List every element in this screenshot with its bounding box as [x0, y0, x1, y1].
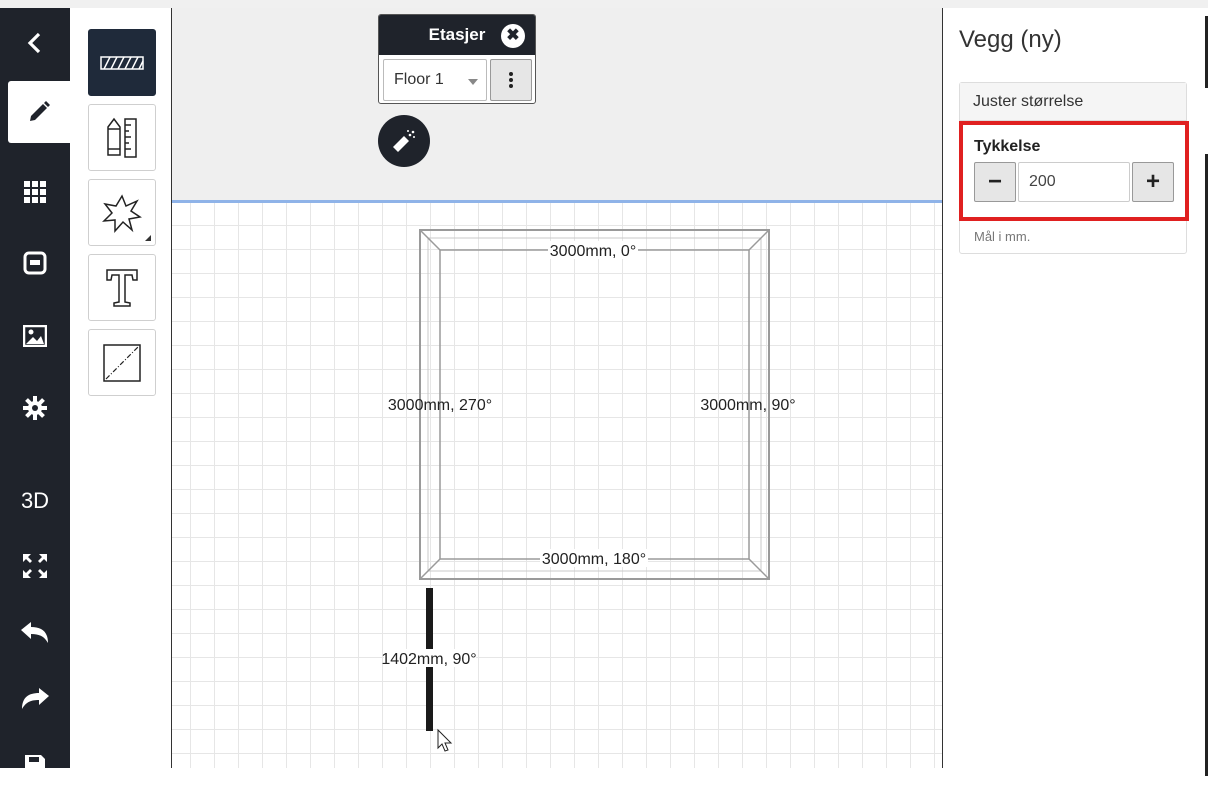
corner-joint — [419, 229, 441, 251]
shape-tool[interactable] — [88, 179, 156, 246]
thickness-label: Tykkelse — [974, 138, 1041, 155]
grid-icon — [24, 181, 46, 203]
floor-select-value: Floor 1 — [394, 71, 444, 88]
save-button[interactable] — [0, 734, 70, 796]
canvas[interactable]: 3000mm, 0° 3000mm, 90° 3000mm, 180° 3000… — [172, 8, 942, 768]
expand-icon — [23, 554, 47, 578]
3d-button[interactable]: 3D — [0, 470, 70, 532]
close-icon[interactable]: ✖ — [501, 24, 525, 48]
floors-widget: Etasjer ✖ Floor 1 — [378, 14, 536, 104]
decrease-thickness-button[interactable]: − — [974, 162, 1016, 202]
starburst-icon — [102, 193, 142, 233]
wall-label-right: 3000mm, 90° — [700, 397, 795, 414]
text-tool[interactable] — [88, 254, 156, 321]
top-strip — [0, 0, 1208, 8]
fullscreen-button[interactable] — [0, 535, 70, 597]
line-tool[interactable] — [88, 329, 156, 396]
redo-button[interactable] — [0, 668, 70, 730]
new-wall-label: 1402mm, 90° — [381, 651, 476, 668]
tools-panel — [70, 8, 172, 768]
floor-select[interactable]: Floor 1 — [383, 59, 487, 101]
wall-label-bottom: 3000mm, 180° — [542, 551, 646, 568]
wall-label-top: 3000mm, 0° — [550, 243, 636, 260]
units-note: Mål i mm. — [974, 229, 1031, 244]
redo-icon — [22, 688, 49, 709]
draw-button[interactable] — [8, 81, 70, 143]
wall-label-left: 3000mm, 270° — [388, 397, 492, 414]
image-button[interactable] — [0, 305, 70, 367]
pencil-icon — [30, 101, 50, 121]
more-vertical-icon — [509, 72, 513, 88]
corner-joint — [748, 229, 770, 251]
corner-joint — [748, 558, 770, 580]
chevron-down-icon — [468, 79, 478, 85]
resize-card: Juster størrelse Tykkelse − + Mål i mm. — [959, 82, 1189, 254]
grid-button[interactable] — [0, 161, 70, 223]
submenu-indicator — [145, 235, 151, 241]
chevron-left-icon — [27, 32, 41, 54]
back-button[interactable] — [0, 12, 70, 74]
increase-thickness-button[interactable]: + — [1132, 162, 1174, 202]
settings-button[interactable] — [0, 377, 70, 439]
floors-header: Etasjer ✖ — [379, 15, 535, 55]
undo-button[interactable] — [0, 602, 70, 664]
thickness-input[interactable] — [1018, 162, 1130, 202]
resize-section-header[interactable]: Juster størrelse — [960, 83, 1186, 121]
panel-title: Vegg (ny) — [959, 26, 1062, 53]
text-icon — [106, 268, 138, 307]
floor-options-button[interactable] — [490, 59, 532, 101]
image-icon — [23, 325, 47, 347]
corner-joint — [419, 558, 441, 580]
mouse-cursor — [437, 728, 453, 752]
wall-icon — [100, 55, 144, 70]
3d-label: 3D — [20, 488, 50, 513]
object-button[interactable] — [0, 232, 70, 294]
floor-plan[interactable]: 3000mm, 0° 3000mm, 90° 3000mm, 180° 3000… — [172, 8, 942, 768]
floors-title: Etasjer — [428, 25, 486, 44]
measure-tool[interactable] — [88, 104, 156, 171]
pencil-ruler-icon — [107, 117, 137, 158]
wall-tool[interactable] — [88, 29, 156, 96]
square-icon — [23, 251, 47, 275]
gear-icon — [23, 396, 47, 420]
save-icon — [25, 755, 45, 775]
diagonal-line-icon — [103, 343, 141, 382]
undo-icon — [21, 622, 48, 643]
properties-panel: Vegg (ny) Juster størrelse Tykkelse − + … — [942, 8, 1208, 776]
tape-measure-icon — [393, 130, 415, 152]
measure-tape-button[interactable] — [378, 115, 430, 167]
main-nav: 3D — [0, 8, 70, 775]
